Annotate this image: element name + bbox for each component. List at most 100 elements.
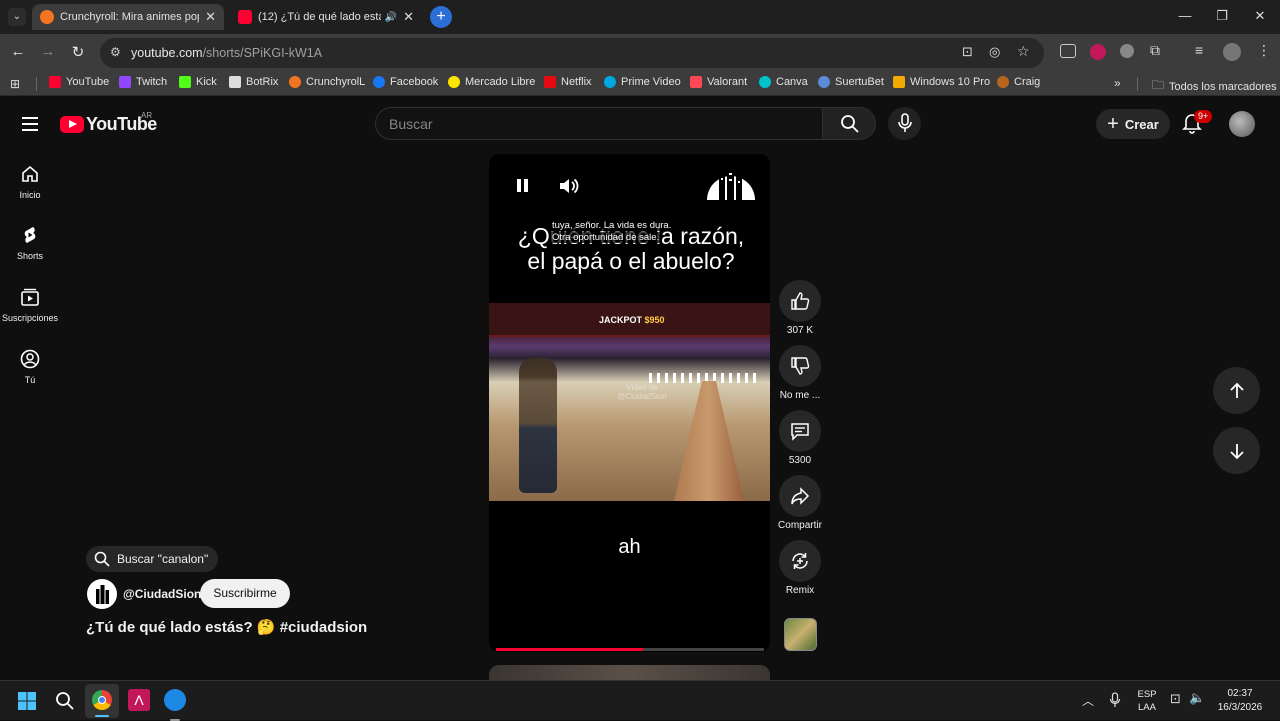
microphone-icon[interactable] [1109,692,1121,708]
app-taskbar-button[interactable]: Λ [128,689,150,711]
bookmark-mercado-libre[interactable]: Mercado Libre [448,76,535,88]
thumbs-down-icon [791,357,810,375]
search-icon[interactable] [55,691,75,711]
twitch-icon [119,76,131,88]
video-progress-track[interactable] [496,648,764,651]
subtitle-line: tuya, señor. La vida es dura. [551,220,673,231]
bookmark-facebook[interactable]: Facebook [373,76,438,88]
create-button[interactable]: + Crear [1096,109,1170,139]
speaker-icon[interactable]: 🔊 [385,12,397,23]
tab-title: Crunchyroll: Mira animes popul [60,11,200,23]
extension-icon[interactable] [1120,44,1134,58]
tab-crunchyroll[interactable]: Crunchyroll: Mira animes popul ✕ [32,4,224,30]
search-button[interactable] [822,107,876,140]
sidebar-item-shorts[interactable]: Shorts [0,225,60,261]
previous-short-button[interactable] [1213,367,1260,414]
bookmark-twitch[interactable]: Twitch [119,76,167,88]
tab-search-button[interactable]: ⌄ [8,8,26,26]
next-short-button[interactable] [1213,427,1260,474]
search-input[interactable]: Buscar [375,107,823,140]
clock[interactable]: 02:37 16/3/2026 [1212,687,1268,715]
reload-button[interactable]: ↻ [68,43,88,61]
site-info-icon[interactable]: ⚙ [110,45,121,59]
media-icon[interactable]: ≡ [1195,42,1203,58]
pause-button[interactable] [516,179,530,193]
account-avatar[interactable] [1229,111,1255,137]
close-tab-icon[interactable]: ✕ [205,9,216,25]
bookmark-netflix[interactable]: Netflix [544,76,592,88]
menu-icon[interactable]: ⋮ [1257,42,1271,59]
forward-button[interactable]: → [38,43,58,60]
address-bar[interactable]: ⚙ youtube.com/shorts/SPiKGI-kW1A ⊡ ◎ ☆ [100,38,1044,68]
windows-key-icon [893,76,905,88]
bookmark-crunchyroll[interactable]: CrunchyrolL [289,76,365,88]
dislike-button[interactable] [779,345,821,387]
more-bookmarks-icon[interactable]: » [1114,76,1121,90]
close-tab-icon[interactable]: ✕ [403,9,414,25]
back-button[interactable]: ← [8,43,28,60]
hamburger-menu-icon[interactable] [22,117,38,131]
notifications-button[interactable]: 9+ [1182,110,1213,136]
bookmark-prime-video[interactable]: Prime Video [604,76,681,88]
bookmark-valorant[interactable]: Valorant [690,76,747,88]
shorts-player[interactable]: ¿Quién tiene la razón, el papá o el abue… [489,154,770,652]
sound-thumbnail[interactable] [784,618,817,651]
remix-button[interactable] [779,540,821,582]
tab-youtube[interactable]: (12) ¿Tú de qué lado estás? 🔊 ✕ [230,4,422,30]
app-taskbar-button[interactable] [164,689,186,721]
search-icon [841,115,859,133]
url-text[interactable]: youtube.com/shorts/SPiKGI-kW1A [131,46,322,60]
windows-taskbar: Λ ︿ ESP LAA ⊡ 🔈 02:37 16/3/2026 [0,680,1280,721]
language-code: ESP [1137,689,1157,700]
tab-title: (12) ¿Tú de qué lado estás? [258,11,381,23]
sidebar-item-you[interactable]: Tú [0,349,60,385]
like-button[interactable] [779,280,821,322]
extension-icon[interactable] [1060,44,1076,58]
bookmark-label: Kick [196,76,217,88]
youtube-logo-icon[interactable] [60,116,84,133]
language-indicator[interactable]: ESP LAA [1135,688,1159,714]
bookmark-youtube[interactable]: YouTube [49,76,109,88]
keyboard-layout: LAA [1138,702,1156,713]
bookmark-botrix[interactable]: BotRix [229,76,278,88]
close-window-button[interactable]: ✕ [1250,8,1270,24]
bookmark-craig[interactable]: Craig [997,76,1040,88]
puzzle-icon[interactable]: ⧉ [1150,42,1160,59]
comment-count: 5300 [788,455,812,466]
windows-start-icon[interactable] [17,691,37,711]
comments-button[interactable] [779,410,821,452]
share-button[interactable] [779,475,821,517]
install-app-icon[interactable]: ⊡ [962,44,973,60]
volume-icon[interactable] [558,176,580,196]
bookmark-star-icon[interactable]: ☆ [1017,43,1030,60]
all-bookmarks-folder[interactable]: 🗀 Todos los marcadores [1152,76,1277,97]
bookmark-canva[interactable]: Canva [759,76,808,88]
profile-avatar[interactable] [1223,43,1241,61]
sidebar-item-home[interactable]: Inicio [0,164,60,200]
voice-search-button[interactable] [888,107,921,140]
extension-badge-icon[interactable] [1090,44,1106,60]
bookmark-kick[interactable]: Kick [179,76,217,88]
maximize-button[interactable]: ❐ [1212,8,1232,24]
volume-icon[interactable]: 🔈 [1189,690,1205,706]
channel-avatar[interactable] [87,579,117,609]
bookmark-windows-10-pro[interactable]: Windows 10 Pro [893,76,990,88]
minimize-button[interactable]: — [1175,8,1195,23]
channel-name[interactable]: @CiudadSion [123,587,201,601]
bookmark-suertubet[interactable]: SuertuBet [818,76,884,88]
canva-icon [759,76,771,88]
search-suggestion-chip[interactable]: Buscar "canalon" [86,546,219,572]
next-short-preview[interactable] [489,665,770,680]
sidebar-item-subscriptions[interactable]: Suscripciones [0,287,60,323]
subscribe-button[interactable]: Suscribirme [200,579,290,608]
subscribe-label: Suscribirme [213,586,277,600]
show-hidden-icons[interactable]: ︿ [1082,692,1094,709]
eye-off-icon[interactable]: ◎ [989,44,1000,60]
chrome-taskbar-button[interactable] [85,684,119,718]
network-icon[interactable]: ⊡ [1170,691,1181,707]
video-title[interactable]: ¿Tú de qué lado estás? 🤔 #ciudadsion [86,618,367,636]
bookmark-label: Windows 10 Pro [910,76,991,88]
share-icon [791,487,810,505]
new-tab-button[interactable]: + [430,6,452,28]
apps-grid-icon[interactable]: ⊞ [10,77,20,91]
